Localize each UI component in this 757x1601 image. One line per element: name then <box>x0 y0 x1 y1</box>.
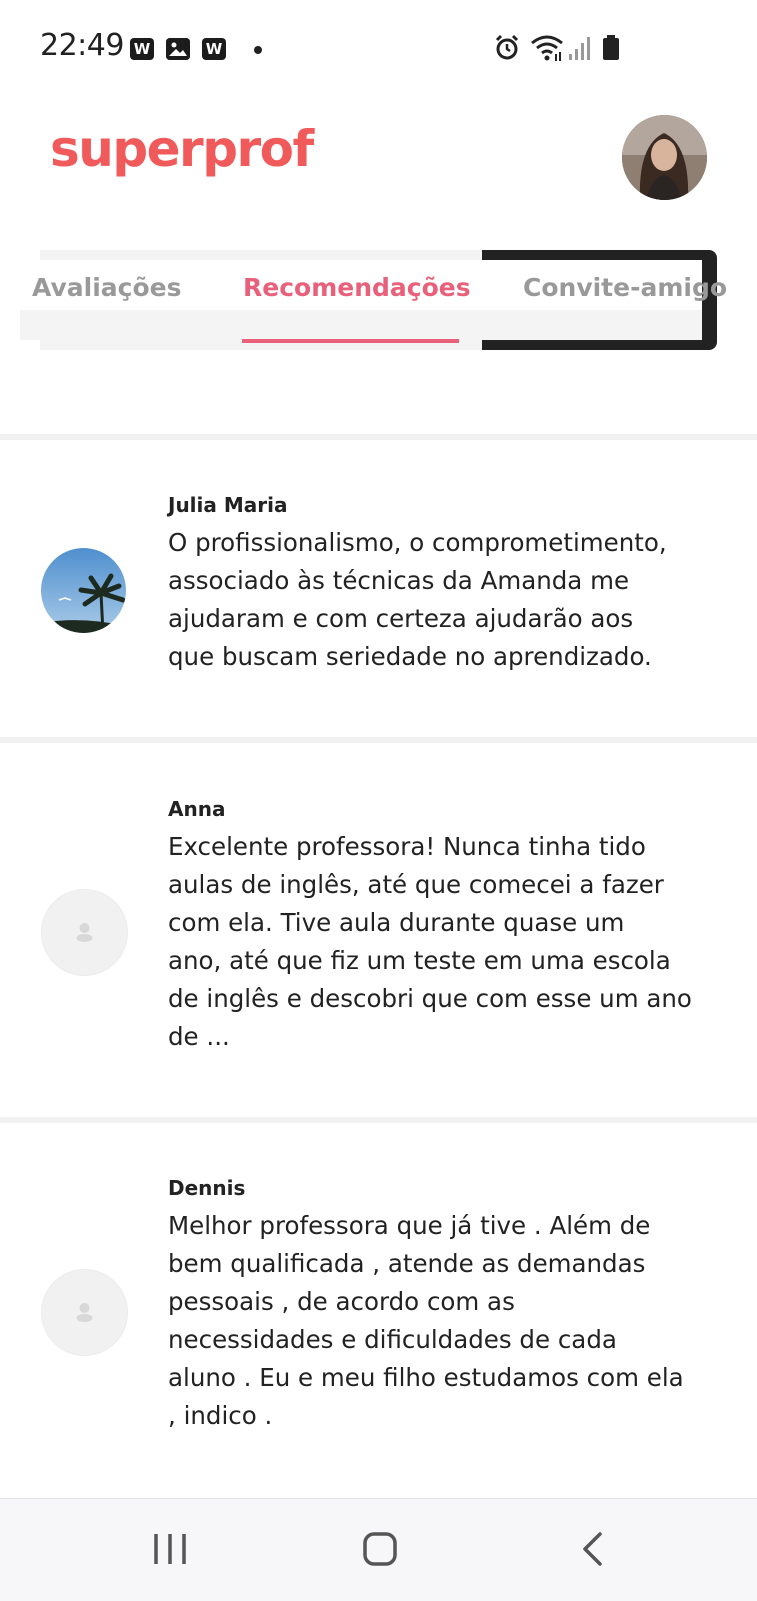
reviewer-name: Dennis <box>168 1176 246 1200</box>
list-item: Julia Maria O profissionalismo, o compro… <box>0 440 757 740</box>
status-bar: 22:49 W W <box>0 0 757 100</box>
review-line: aulas de inglês, até que comecei a fazer <box>168 870 664 899</box>
status-time: 22:49 <box>40 28 124 63</box>
alarm-icon <box>495 34 519 60</box>
review-line: que buscam seriedade no aprendizado. <box>168 642 652 671</box>
w-app-icon: W <box>202 38 226 60</box>
review-text: O profissionalismo, o comprometimento, a… <box>168 524 723 676</box>
user-avatar[interactable] <box>622 115 707 200</box>
review-line: associado às técnicas da Amanda me <box>168 566 630 595</box>
person-placeholder-icon <box>76 923 93 942</box>
tab-recomendacoes[interactable]: Recomendações <box>243 273 471 302</box>
review-line: pessoais , de acordo com as <box>168 1287 515 1316</box>
review-line: ajudaram e com certeza ajudarão aos <box>168 604 634 633</box>
active-tab-indicator <box>242 339 459 343</box>
review-line: necessidades e dificuldades de cada <box>168 1325 617 1354</box>
review-line: de ... <box>168 1022 230 1051</box>
system-nav-bar <box>0 1498 757 1601</box>
wifi-icon <box>531 35 563 61</box>
reviewer-name: Julia Maria <box>168 493 288 517</box>
reviewer-name: Anna <box>168 797 226 821</box>
review-line: aluno . Eu e meu filho estudamos com ela <box>168 1363 684 1392</box>
review-text: Melhor professora que já tive . Além de … <box>168 1207 723 1435</box>
review-line: , indico . <box>168 1401 273 1430</box>
review-line: Excelente professora! Nunca tinha tido <box>168 832 646 861</box>
recent-apps-icon[interactable] <box>130 1521 210 1577</box>
gallery-icon <box>166 38 190 60</box>
review-line: com ela. Tive aula durante quase um <box>168 908 625 937</box>
home-icon[interactable] <box>340 1521 420 1577</box>
battery-icon <box>603 35 619 60</box>
reviewer-avatar <box>41 889 128 976</box>
review-text: Excelente professora! Nunca tinha tido a… <box>168 828 723 1056</box>
review-line: de inglês e descobri que com esse um ano <box>168 984 692 1013</box>
tab-strip-shade <box>20 310 702 340</box>
person-placeholder-icon <box>76 1303 93 1322</box>
list-item: Dennis Melhor professora que já tive . A… <box>0 1123 757 1498</box>
review-line: O profissionalismo, o comprometimento, <box>168 528 667 557</box>
review-line: ano, até que fiz um teste em uma escola <box>168 946 671 975</box>
reviewer-avatar <box>41 1269 128 1356</box>
review-line: Melhor professora que já tive . Além de <box>168 1211 651 1240</box>
review-line: bem qualificada , atende as demandas <box>168 1249 646 1278</box>
reviewer-avatar <box>41 548 126 633</box>
signal-icon <box>569 37 590 60</box>
tab-convite-amigo[interactable]: Convite-amigo <box>523 273 727 302</box>
tab-avaliacoes[interactable]: Avaliações <box>32 273 181 302</box>
list-item: Anna Excelente professora! Nunca tinha t… <box>0 743 757 1120</box>
back-icon[interactable] <box>552 1521 632 1577</box>
notification-dot <box>254 46 262 54</box>
superprof-logo[interactable]: superprof <box>50 120 314 178</box>
w-app-icon: W <box>130 38 154 60</box>
